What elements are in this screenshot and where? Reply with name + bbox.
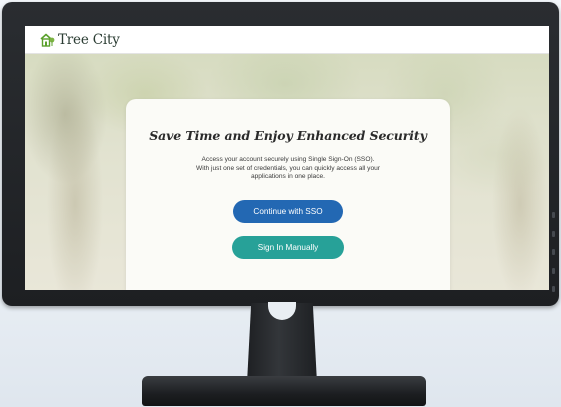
continue-with-sso-button[interactable]: Continue with SSO [233, 199, 343, 223]
description-line: Access your account securely using Singl… [201, 156, 375, 163]
screen: Tree City Save Time and Enjoy Enhanced S… [25, 26, 549, 290]
description-line: With just one set of credentials, you ca… [196, 164, 380, 172]
monitor-stand-base [142, 376, 426, 406]
logo-text: Tree City [58, 31, 120, 48]
monitor-button [552, 249, 555, 255]
monitor-button [552, 212, 555, 218]
top-bar: Tree City [25, 26, 549, 54]
monitor-button [552, 230, 555, 237]
monitor-button [552, 267, 555, 274]
logo[interactable]: Tree City [40, 32, 120, 48]
card-description: Access your account securely using Singl… [173, 156, 403, 182]
description-line: applications in one place. [250, 173, 326, 181]
monitor: Tree City Save Time and Enjoy Enhanced S… [2, 2, 559, 306]
sso-card: Save Time and Enjoy Enhanced Security Ac… [126, 99, 450, 290]
sign-in-manually-button[interactable]: Sign In Manually [232, 235, 344, 259]
monitor-button [552, 286, 555, 292]
monitor-side-buttons [552, 212, 555, 292]
tree-house-icon [40, 33, 55, 47]
card-title: Save Time and Enjoy Enhanced Security [149, 128, 427, 143]
